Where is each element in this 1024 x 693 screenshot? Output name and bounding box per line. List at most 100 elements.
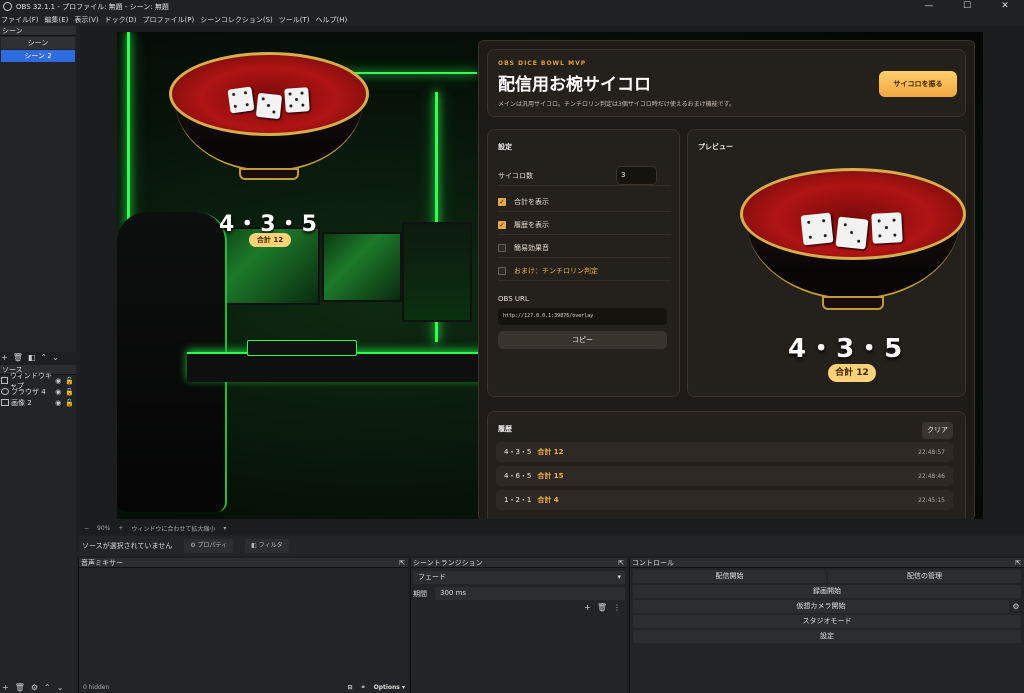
checkbox-checked[interactable]: ✓ [498,220,506,229]
settings-button[interactable]: 設定 [633,630,1021,643]
scene-item[interactable]: シーン [1,37,75,49]
hidden-count: 0 hidden [83,684,110,691]
start-stream-button[interactable]: 配信開始 [633,570,826,583]
menu-scene-collection[interactable]: シーンコレクション(S) [200,15,273,25]
dock-float-icon[interactable]: ⇱ [618,558,624,567]
sound-effect-option[interactable]: 簡易効果音 [498,238,671,258]
roll-dice-button[interactable]: サイコロを振る [879,71,957,97]
duration-row: 期間 300 ms [413,587,625,600]
sources-toolbar: + 🗑 ⚙ ⌃ ⌄ [0,682,76,693]
remove-scene-icon[interactable]: 🗑 [13,353,23,362]
header-card: OBS DICE BOWL MVP 配信用お椀サイコロ メインは汎用サイコロ。チ… [487,49,966,117]
link-icon[interactable]: ⚭ [361,684,366,691]
copy-url-button[interactable]: コピー [498,331,667,349]
add-source-icon[interactable]: + [2,683,9,692]
window-controls: — ☐ ✕ [910,0,1024,13]
move-down-icon[interactable]: ⌄ [57,683,64,692]
filters-button[interactable]: ◧ フィルタ [245,539,289,553]
preview-canvas[interactable]: 4・3・5 合計 12 OBS DICE BOWL MVP 配信用お椀サイコロ … [117,32,983,519]
obs-url-field[interactable]: http://127.0.0.1:39876/overlay [498,308,667,325]
add-transition-icon[interactable]: + [584,603,591,612]
menu-dock[interactable]: ドック(D) [105,15,137,25]
source-item[interactable]: ブラウザ 4 ◉ 🔓 [0,386,76,397]
checkbox-unchecked[interactable] [498,243,506,252]
close-button[interactable]: ✕ [986,0,1024,13]
context-bar: ソースが選択されていません ⚙ プロパティ ◧ フィルタ [78,536,1024,556]
die [227,86,255,114]
properties-button[interactable]: ⚙ プロパティ [184,539,234,553]
start-record-button[interactable]: 録画開始 [633,585,1021,598]
checkbox-unchecked[interactable] [498,266,506,275]
chevron-down-icon[interactable]: ▾ [223,525,226,532]
manage-stream-button[interactable]: 配信の管理 [828,570,1021,583]
app-eyebrow: OBS DICE BOWL MVP [498,60,587,67]
scene-item-selected[interactable]: シーン 2 [1,50,75,62]
lock-icon[interactable]: 🔓 [65,377,74,385]
image-icon [1,399,9,406]
monitor-image [322,232,402,302]
chinchirorin-option[interactable]: おまけ：チンチロリン判定 [498,261,671,281]
history-title: 履歴 [498,425,512,433]
remove-source-icon[interactable]: 🗑 [15,683,25,692]
layout-icon[interactable]: ⊟ [348,684,353,691]
vcam-row: 仮想カメラ開始 ⚙ [633,600,1021,613]
eye-icon[interactable]: ◉ [55,388,61,396]
menu-profile[interactable]: プロファイル(P) [143,15,195,25]
duration-input[interactable]: 300 ms [435,587,625,600]
zoom-mode-select[interactable]: ウィンドウに合わせて拡大縮小 [131,524,215,533]
lock-icon[interactable]: 🔓 [65,399,74,407]
transition-type-select[interactable]: フェード ▾ [413,571,625,584]
gear-icon[interactable]: ⚙ [1011,600,1021,613]
dock-float-icon[interactable]: ⇱ [1015,558,1021,567]
show-sum-option[interactable]: ✓ 合計を表示 [498,192,671,212]
zoom-out-icon[interactable]: − [84,525,89,532]
record-row: 録画開始 [633,585,1021,598]
minimize-button[interactable]: — [910,0,948,13]
move-up-icon[interactable]: ⌃ [40,353,47,362]
eye-icon[interactable]: ◉ [55,399,61,407]
source-item[interactable]: 画像 2 ◉ 🔓 [0,397,76,408]
program-preview[interactable]: 4・3・5 合計 12 OBS DICE BOWL MVP 配信用お椀サイコロ … [80,26,1024,522]
die [835,216,869,250]
remove-transition-icon[interactable]: 🗑 [597,603,607,612]
zoom-bar: − 90% + ウィンドウに合わせて拡大縮小 ▾ [80,522,1024,534]
source-settings-icon[interactable]: ⚙ [31,683,38,692]
clear-history-button[interactable]: クリア [922,422,953,439]
show-history-option[interactable]: ✓ 履歴を表示 [498,215,671,235]
checkbox-checked[interactable]: ✓ [498,197,506,206]
history-roll: 4・3・5 [504,448,532,456]
eye-icon[interactable]: ◉ [55,377,61,385]
move-down-icon[interactable]: ⌄ [52,353,59,362]
history-row: 1・2・1 合計 4 22:45:15 [496,490,953,510]
scene-filter-icon[interactable]: ◧ [28,353,36,362]
history-card: 履歴 クリア 4・3・5 合計 12 22:48:57 4・6・5 合計 15 … [487,411,966,519]
menu-tools[interactable]: ツール(T) [279,15,310,25]
maximize-button[interactable]: ☐ [948,0,986,13]
more-icon[interactable]: ⋮ [613,603,621,612]
menu-file[interactable]: ファイル(F) [1,15,39,25]
dice-count-input[interactable]: 3 [616,166,657,185]
lock-icon[interactable]: 🔓 [65,388,74,396]
keyboard-image [247,340,357,356]
die [800,212,834,246]
source-item[interactable]: ウィンドウキャプ ◉ 🔓 [0,372,76,390]
die [284,87,310,113]
app-title: 配信用お椀サイコロ [498,75,651,95]
menu-view[interactable]: 表示(V) [74,15,98,25]
browser-icon [1,388,9,395]
add-scene-icon[interactable]: + [1,353,8,362]
history-time: 22:48:46 [918,472,945,480]
zoom-in-icon[interactable]: + [118,525,123,532]
move-up-icon[interactable]: ⌃ [44,683,51,692]
history-roll: 4・6・5 [504,472,532,480]
option-label: おまけ：チンチロリン判定 [514,266,598,275]
menu-help[interactable]: ヘルプ(H) [316,15,348,25]
die [255,92,283,120]
start-virtual-camera-button[interactable]: 仮想カメラ開始 [633,600,1009,613]
menu-edit[interactable]: 編集(E) [45,15,69,25]
options-button[interactable]: Options ▾ [374,684,405,691]
mixer-footer: 0 hidden ⊟ ⚭ Options ▾ [79,682,409,693]
studio-mode-button[interactable]: スタジオモード [633,615,1021,628]
settings-card: 設定 サイコロ数 3 ✓ 合計を表示 ✓ 履歴を表示 簡易効果音 おまけ：チンチ… [487,129,680,397]
dock-float-icon[interactable]: ⇱ [399,558,405,567]
